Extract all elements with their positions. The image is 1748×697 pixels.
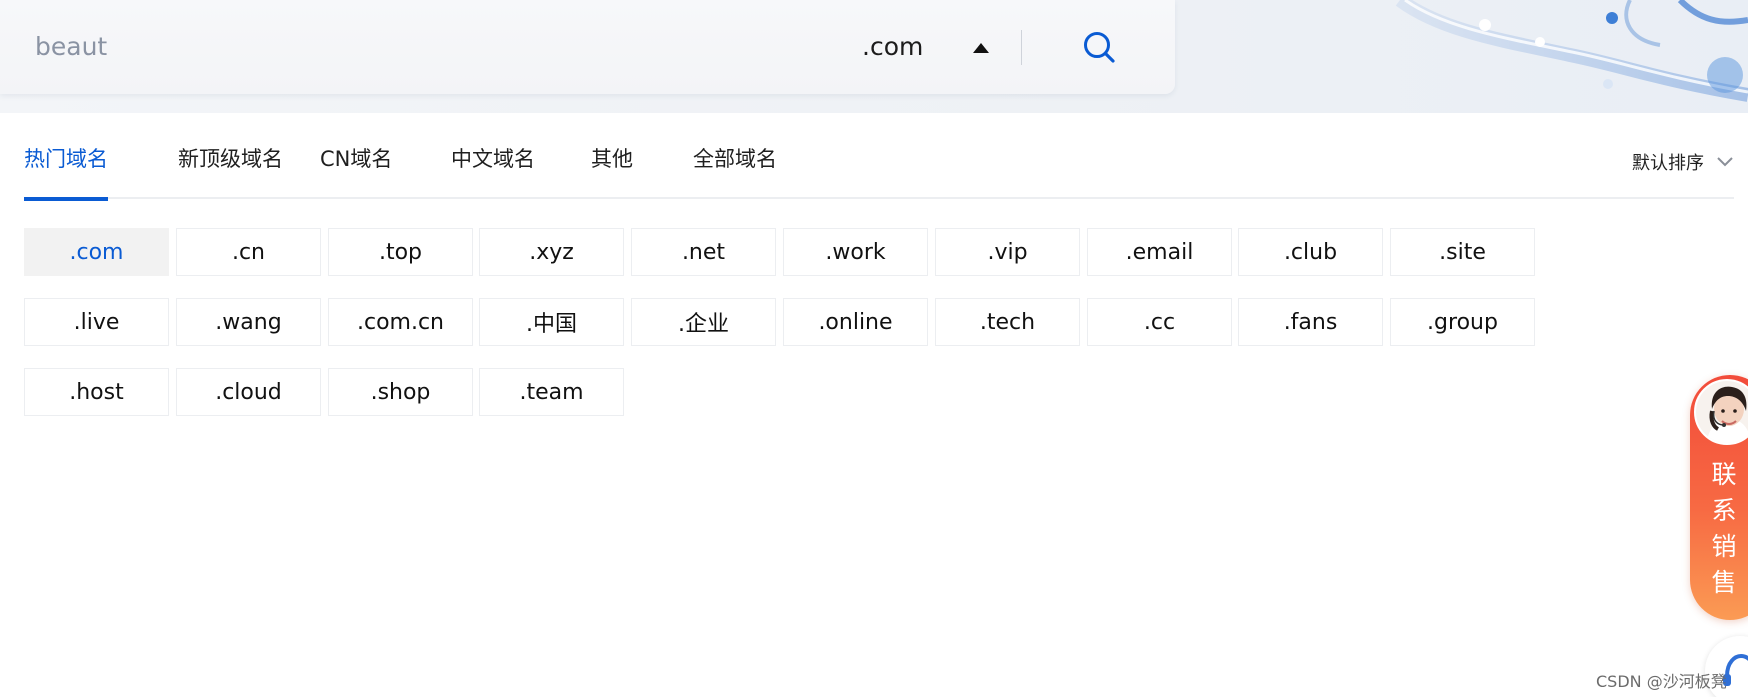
chevron-down-icon — [1717, 157, 1733, 167]
suffix-dropdown[interactable]: .com — [862, 26, 1002, 66]
tab-label: 中文域名 — [451, 147, 535, 171]
suffix-option[interactable]: .site — [1390, 228, 1535, 276]
category-tabs: 热门域名 新顶级域名 CN域名 中文域名 其他 全部域名 默认排序 — [24, 113, 1734, 201]
contact-sales-button[interactable]: 联系销售 — [1690, 375, 1748, 620]
suffix-option[interactable]: .cc — [1087, 298, 1232, 346]
suffix-option[interactable]: .fans — [1238, 298, 1383, 346]
tab-cn-domains[interactable]: CN域名 — [320, 143, 392, 199]
tab-label: 新顶级域名 — [178, 147, 283, 171]
suffix-option[interactable]: .top — [328, 228, 473, 276]
sort-dropdown[interactable]: 默认排序 — [1632, 149, 1734, 175]
suffix-option[interactable]: .企业 — [631, 298, 776, 346]
suffix-option[interactable]: .cloud — [176, 368, 321, 416]
suffix-option[interactable]: .中国 — [479, 298, 624, 346]
suffix-option[interactable]: .com — [24, 228, 169, 276]
caret-up-icon — [973, 43, 989, 53]
suffix-option[interactable]: .club — [1238, 228, 1383, 276]
suffix-dropdown-value: .com — [862, 31, 924, 61]
domain-search-page: .com 热门域名 新顶级域名 CN域名 中文域名 — [0, 0, 1748, 697]
suffix-option[interactable]: .tech — [935, 298, 1080, 346]
contact-sales-label: 联系销售 — [1711, 460, 1737, 597]
suffix-option[interactable]: .net — [631, 228, 776, 276]
search-button[interactable] — [1078, 26, 1120, 68]
suffix-option[interactable]: .shop — [328, 368, 473, 416]
active-tab-indicator — [24, 197, 108, 201]
tab-other[interactable]: 其他 — [591, 143, 633, 199]
tab-label: CN域名 — [320, 147, 393, 171]
tab-label: 其他 — [591, 147, 633, 171]
tab-label: 热门域名 — [24, 147, 108, 171]
suffix-option[interactable]: .email — [1087, 228, 1232, 276]
suffix-option[interactable]: .team — [479, 368, 624, 416]
suffix-option[interactable]: .xyz — [479, 228, 624, 276]
search-icon — [1084, 32, 1115, 63]
sort-label: 默认排序 — [1632, 153, 1704, 174]
suffix-option[interactable]: .cn — [176, 228, 321, 276]
suffix-option[interactable]: .host — [24, 368, 169, 416]
search-card: .com — [0, 0, 1175, 94]
domain-search-input[interactable] — [35, 26, 795, 66]
tab-chinese-domains[interactable]: 中文域名 — [451, 143, 535, 199]
header-band: .com — [0, 0, 1748, 113]
suffix-option[interactable]: .com.cn — [328, 298, 473, 346]
watermark-text: CSDN @沙河板凳 — [1596, 672, 1727, 691]
suffix-option[interactable]: .vip — [935, 228, 1080, 276]
suffix-option[interactable]: .online — [783, 298, 928, 346]
tab-all-domains[interactable]: 全部域名 — [693, 143, 777, 199]
tab-new-gtld[interactable]: 新顶级域名 — [178, 143, 283, 199]
search-divider — [1021, 30, 1022, 65]
suffix-option[interactable]: .wang — [176, 298, 321, 346]
suffix-option[interactable]: .live — [24, 298, 169, 346]
suffix-option[interactable]: .group — [1390, 298, 1535, 346]
tab-popular-domains[interactable]: 热门域名 — [24, 143, 108, 201]
sales-avatar — [1694, 379, 1748, 445]
suffix-option[interactable]: .work — [783, 228, 928, 276]
header-decorative-art — [1380, 0, 1748, 113]
tab-label: 全部域名 — [693, 147, 777, 171]
